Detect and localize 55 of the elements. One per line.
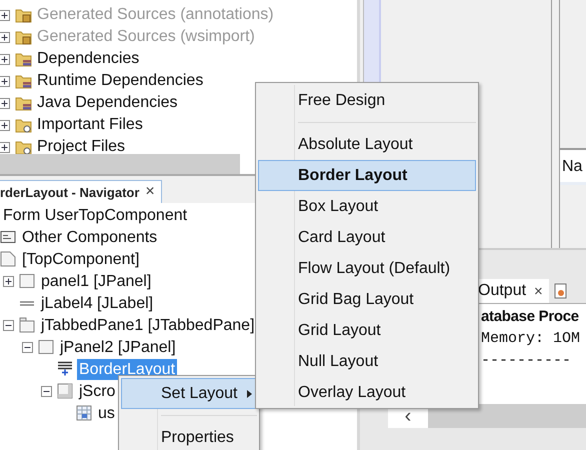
tabbed-pane-icon (19, 317, 35, 333)
output-line: Memory: 1OM (481, 329, 582, 349)
tree-item[interactable]: Important Files (37, 115, 143, 135)
expand-icon[interactable] (41, 386, 52, 396)
menu-item[interactable]: Box Layout (258, 191, 476, 222)
scrollbar-thumb[interactable] (0, 154, 240, 174)
expand-icon[interactable] (0, 120, 10, 130)
tree-item[interactable]: jLabel4 [JLabel] (39, 292, 156, 314)
expand-icon[interactable] (3, 320, 14, 330)
expand-icon[interactable] (0, 54, 10, 64)
table-icon (76, 405, 92, 421)
layout-icon (57, 361, 73, 377)
expand-icon[interactable] (0, 76, 10, 86)
submenu-arrow-icon (247, 390, 252, 398)
expand-icon[interactable] (22, 342, 33, 352)
menu-item[interactable]: Properties (121, 422, 257, 450)
expand-icon[interactable] (0, 32, 10, 42)
menu-item[interactable]: Border Layout (258, 160, 476, 191)
menu-item[interactable]: Free Design (258, 85, 476, 116)
tree-item[interactable]: panel1 [JPanel] (39, 270, 154, 292)
tab-title: Output (478, 282, 526, 300)
menu-item[interactable]: Grid Layout (258, 315, 476, 346)
tree-item[interactable]: [TopComponent] (20, 248, 142, 270)
output-line: ---------- (481, 351, 572, 371)
tree-item[interactable]: us (96, 402, 117, 424)
tree-item[interactable]: Java Dependencies (37, 93, 178, 113)
label-icon (19, 300, 35, 306)
expand-icon[interactable] (3, 276, 14, 286)
menu-item[interactable]: Null Layout (258, 346, 476, 377)
tree-item[interactable]: jScro (77, 380, 118, 402)
menu-item[interactable]: Grid Bag Layout (258, 284, 476, 315)
menu-item[interactable]: Card Layout (258, 222, 476, 253)
menu-item[interactable]: Set Layout (121, 378, 257, 409)
expand-icon[interactable] (0, 98, 10, 108)
close-icon[interactable]: × (534, 282, 543, 300)
menu-item[interactable]: Flow Layout (Default) (258, 253, 476, 284)
tree-item[interactable]: Project Files (37, 137, 126, 157)
navigator-tab[interactable]: rderLayout - Navigator × (0, 180, 162, 203)
panel-icon (19, 273, 35, 289)
close-icon[interactable]: × (145, 183, 155, 201)
menu-item[interactable]: Absolute Layout (258, 129, 476, 160)
tree-item[interactable]: Dependencies (37, 49, 140, 69)
tree-item[interactable]: Other Components (20, 226, 160, 248)
panel-icon (38, 339, 54, 355)
column-header[interactable]: Na (560, 148, 586, 185)
tree-item[interactable]: Form UserTopComponent (1, 204, 190, 226)
output-tab[interactable]: Output × (478, 279, 549, 303)
expand-icon[interactable] (0, 142, 10, 152)
tree-item[interactable]: jTabbedPane1 [JTabbedPane] (39, 314, 257, 336)
expand-icon[interactable] (0, 10, 10, 20)
output-line: atabase Proce (481, 307, 580, 327)
scroll-pane-icon (57, 383, 73, 399)
tree-item[interactable]: Runtime Dependencies (37, 71, 204, 91)
tab-title: rderLayout - Navigator (0, 184, 140, 200)
tree-item[interactable]: jPanel2 [JPanel] (58, 336, 178, 358)
